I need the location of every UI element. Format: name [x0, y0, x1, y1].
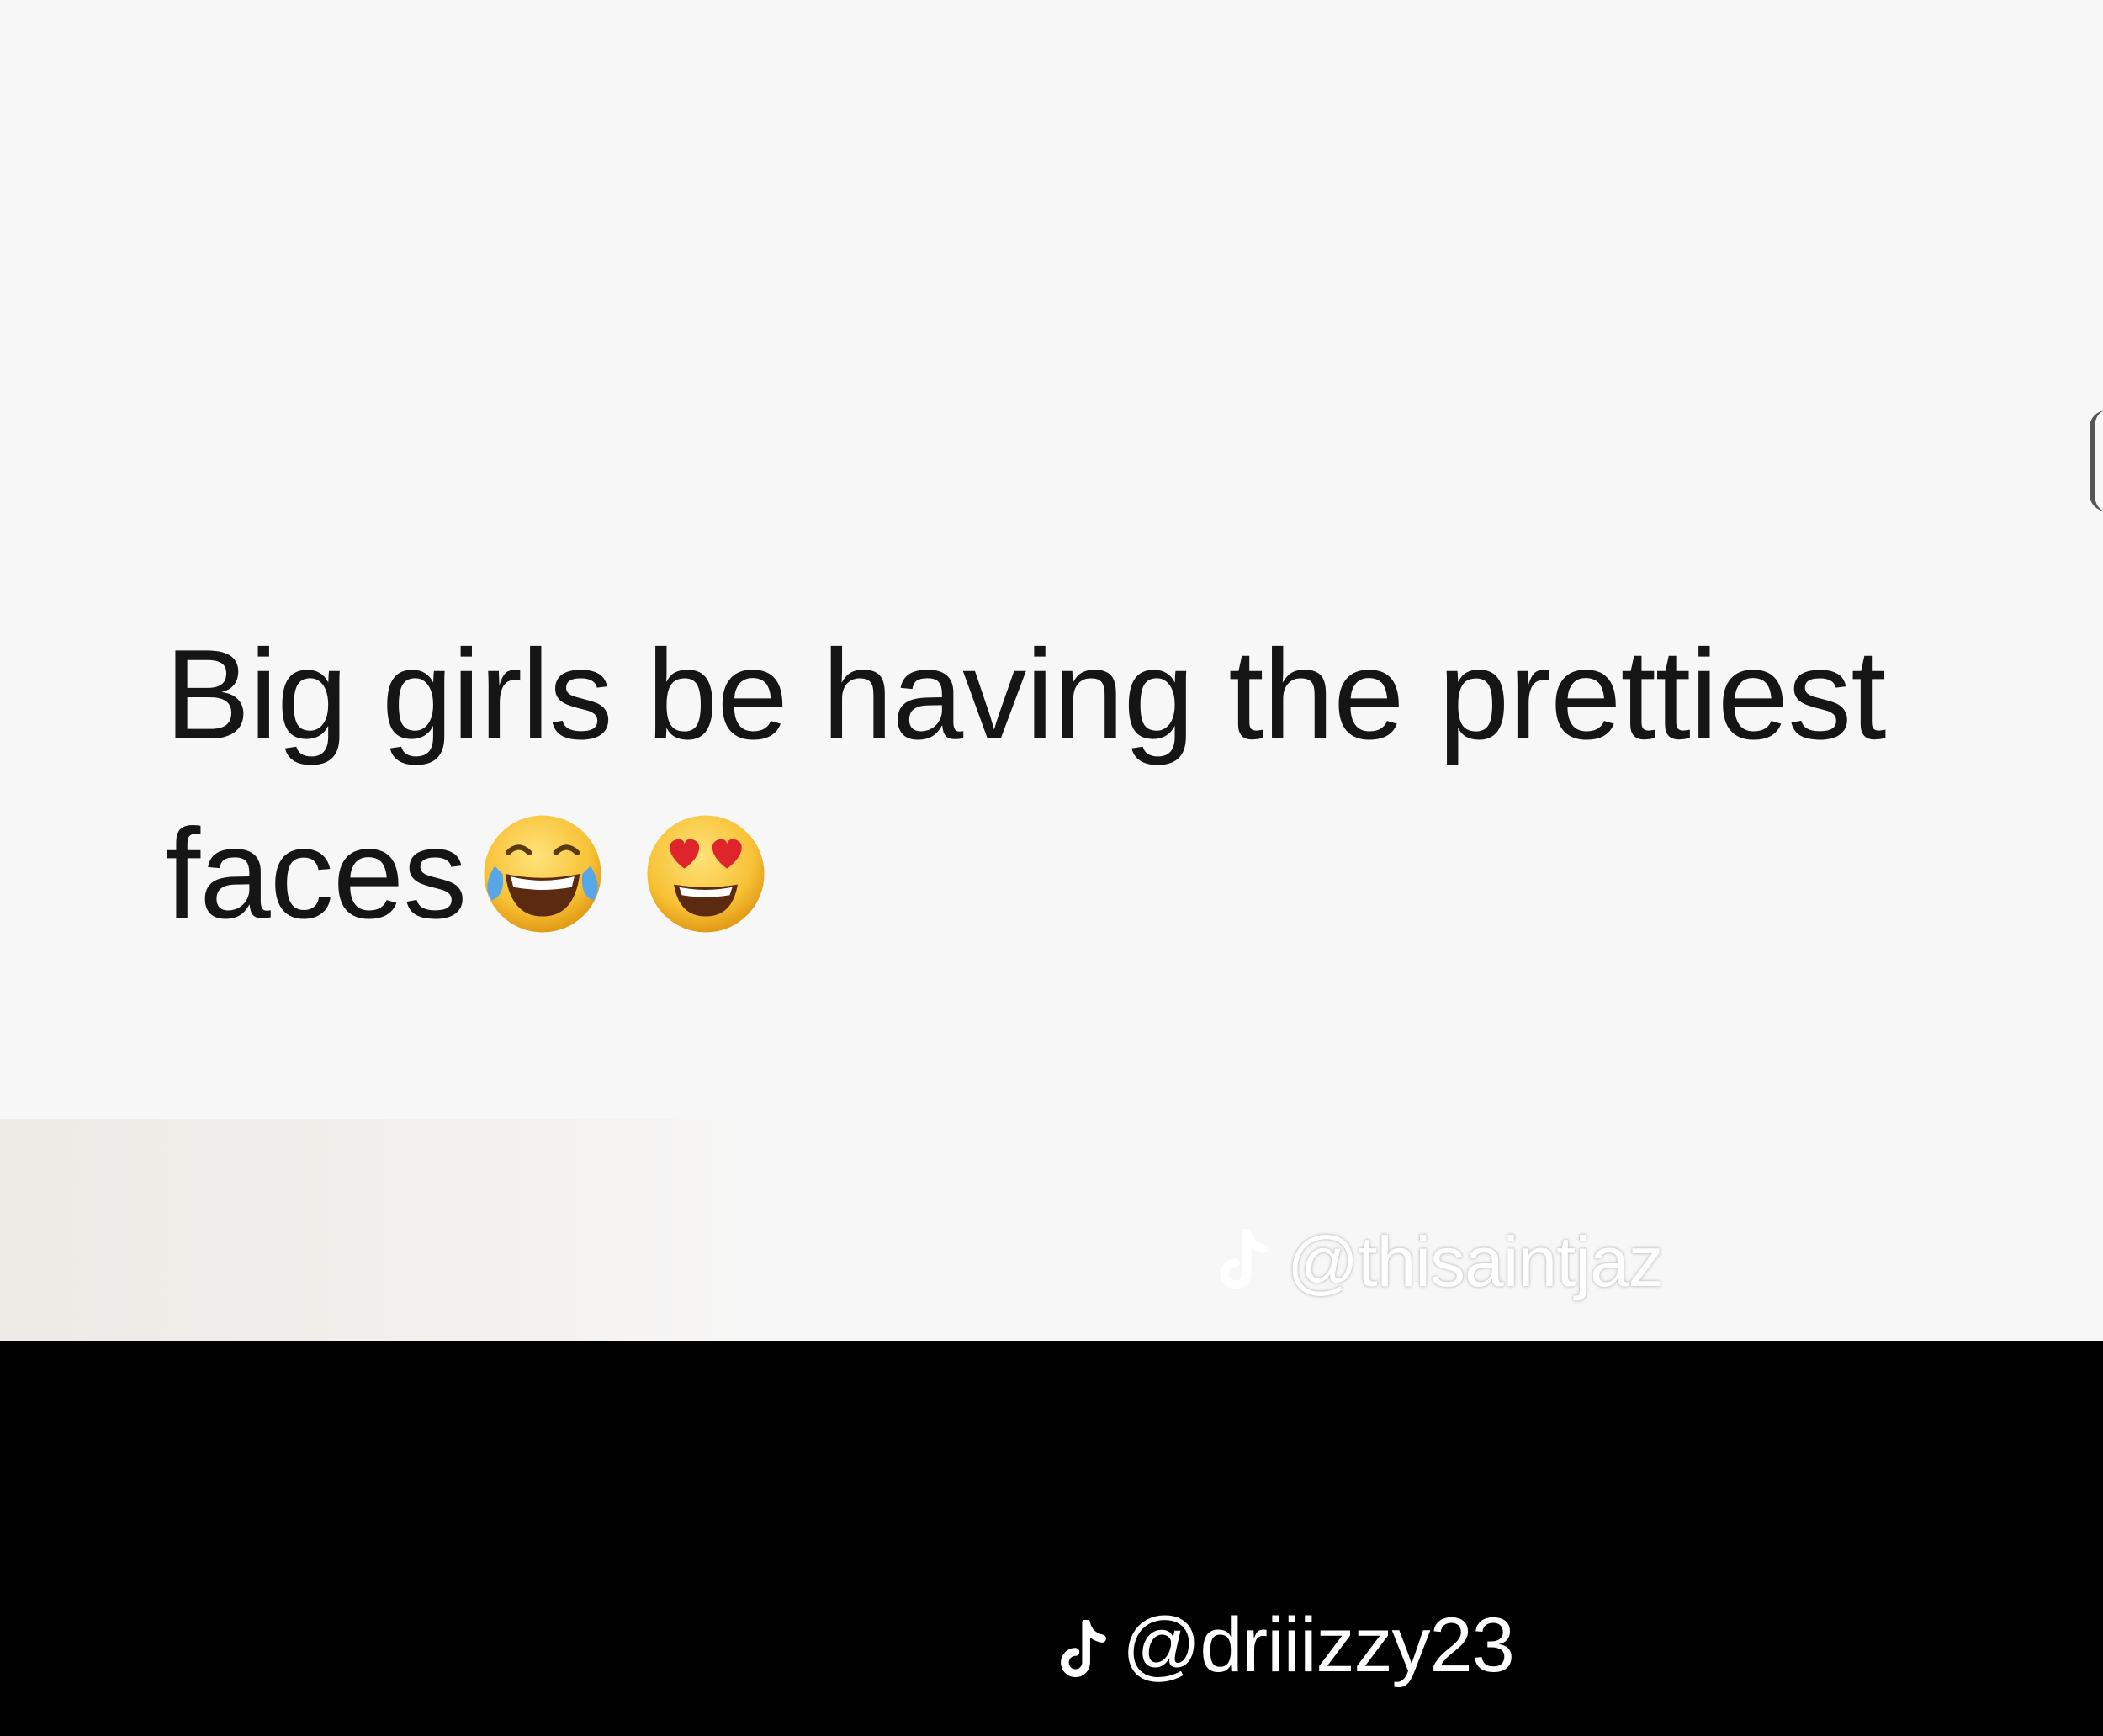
post-card: Big girls be having the prettiest faces	[0, 0, 2103, 1341]
inner-watermark: @thisaintjaz	[1215, 1221, 1664, 1303]
post-text-line-1: Big girls be having the prettiest	[165, 623, 1887, 766]
post-text-line-2: faces	[165, 785, 2100, 964]
post-text: Big girls be having the prettiest faces	[165, 606, 2100, 964]
inner-watermark-handle: @thisaintjaz	[1287, 1222, 1664, 1301]
post-text-faces: faces	[165, 802, 467, 945]
scroll-edge-indicator	[2090, 410, 2103, 511]
bottom-bar	[0, 1341, 2103, 1736]
tiktok-logo-icon	[1057, 1614, 1110, 1678]
outer-watermark: @driiizzy23	[1057, 1601, 1515, 1690]
face-with-tears-of-joy-icon	[476, 807, 609, 940]
background-blur	[0, 1119, 791, 1341]
screenshot: Big girls be having the prettiest faces	[0, 0, 2103, 1736]
tiktok-logo-icon	[1215, 1226, 1274, 1296]
outer-watermark-handle: @driiizzy23	[1122, 1602, 1515, 1688]
heart-eyes-icon	[639, 807, 772, 940]
